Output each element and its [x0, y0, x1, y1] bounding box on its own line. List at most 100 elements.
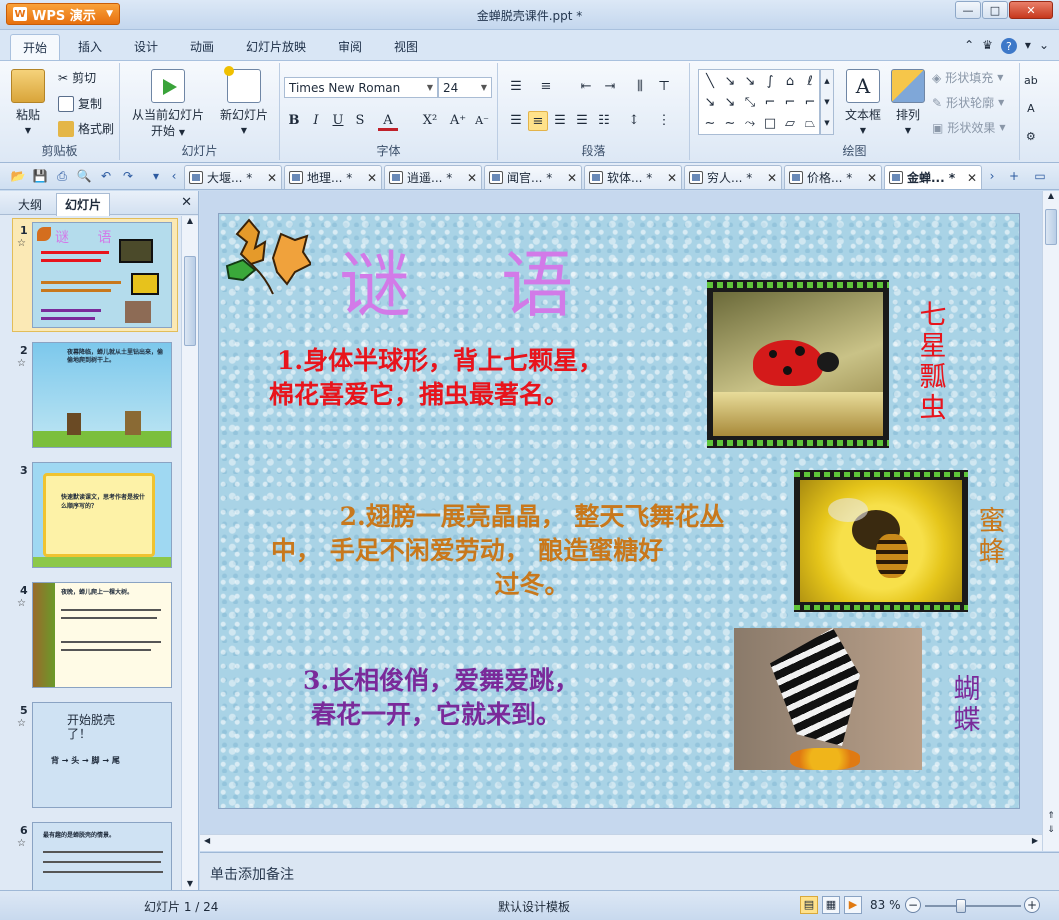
arrow-shape-icon[interactable]: ↘	[720, 71, 740, 92]
align-right-button[interactable]: ☰	[550, 111, 570, 131]
zoom-slider[interactable]	[925, 905, 1021, 907]
open-folder-icon[interactable]: 📂	[10, 169, 26, 184]
slide-title[interactable]: 谜语	[339, 226, 663, 331]
connector-shape-icon[interactable]: ↘	[720, 92, 740, 113]
elbow-shape-icon[interactable]: ⌐	[780, 92, 800, 113]
doc-tab[interactable]: 穷人... * ✕	[684, 165, 782, 189]
workspace-vertical-scrollbar[interactable]: ▲ ⇑ ⇓	[1042, 191, 1059, 851]
slide-sorter-view-button[interactable]: ▦	[822, 896, 840, 914]
tab-slideshow[interactable]: 幻灯片放映	[246, 38, 306, 55]
close-window-button[interactable]: ✕	[1009, 1, 1053, 19]
tab-home[interactable]: 开始	[10, 34, 61, 61]
tab-outline[interactable]: 大纲	[10, 194, 50, 215]
slide-thumb-2[interactable]: 夜幕降临，蝉儿就从土里钻出来，偷偷地爬到树干上。	[32, 342, 172, 448]
trapezoid-shape-icon[interactable]: ⏢	[800, 113, 820, 134]
curve-shape-icon[interactable]: ∫	[760, 71, 780, 92]
undo-icon[interactable]: ↶	[98, 169, 114, 184]
tab-list-icon[interactable]: ▭	[1032, 169, 1048, 184]
text-direction-button[interactable]: ⫼	[630, 77, 650, 97]
close-tab-icon[interactable]: ✕	[967, 171, 977, 185]
connector-shape-icon[interactable]: ↘	[700, 92, 720, 113]
close-tab-icon[interactable]: ✕	[867, 171, 877, 185]
slideshow-view-button[interactable]: ▶	[844, 896, 862, 914]
elbow-shape-icon[interactable]: ⌐	[760, 92, 780, 113]
shape-effect-button[interactable]: ▣ 形状效果 ▼	[932, 119, 1006, 136]
font-name-combo[interactable]: Times New Roman ▼	[284, 77, 438, 98]
align-left-button[interactable]: ☰	[506, 111, 526, 131]
options-icon[interactable]: ▾	[1025, 38, 1031, 54]
close-tab-icon[interactable]: ✕	[267, 171, 277, 185]
skin-icon[interactable]: ♛	[982, 38, 993, 54]
quick-access-menu-icon[interactable]: ▾	[148, 169, 164, 184]
underline-button[interactable]: U	[328, 111, 348, 131]
rectangle-shape-icon[interactable]: □	[760, 113, 780, 134]
scribble-shape-icon[interactable]: ℓ	[800, 71, 820, 92]
arrow-shape-icon[interactable]: ↘	[740, 71, 760, 92]
normal-view-button[interactable]: ▤	[800, 896, 818, 914]
minimize-button[interactable]: —	[955, 1, 981, 19]
numbering-button[interactable]: ≡	[536, 77, 556, 97]
new-tab-icon[interactable]: +	[1006, 169, 1022, 184]
ribbon-collapse-icon[interactable]: ⌃	[964, 38, 974, 54]
tab-review[interactable]: 审阅	[338, 38, 362, 55]
arrange-button[interactable]: 排列 ▼	[888, 69, 928, 139]
columns-button[interactable]: ⋮	[654, 111, 674, 131]
grow-font-button[interactable]: A⁺	[448, 111, 468, 131]
ladybug-photo[interactable]	[707, 280, 889, 448]
tab-insert[interactable]: 插入	[78, 38, 102, 55]
workspace-horizontal-scrollbar[interactable]: ◀ ▶	[200, 834, 1042, 851]
shapes-gallery[interactable]: ╲ ↘ ↘ ∫ ⌂ ℓ ↘ ↘ ⤡ ⌐ ⌐ ⌐ ∼ ∼ ⤳ □ ▱ ⏢	[698, 69, 820, 135]
doc-tab[interactable]: 价格... * ✕	[784, 165, 882, 189]
line-shape-icon[interactable]: ╲	[700, 71, 720, 92]
tabs-left-icon[interactable]: ‹	[166, 169, 182, 184]
redo-icon[interactable]: ↷	[120, 169, 136, 184]
slides-panel-scrollbar[interactable]: ▲ ▼	[181, 216, 198, 890]
align-text-button[interactable]: ⊤	[654, 77, 674, 97]
tab-design[interactable]: 设计	[134, 38, 158, 55]
doc-tab[interactable]: 闻官... * ✕	[484, 165, 582, 189]
doc-tab[interactable]: 大堰... * ✕	[184, 165, 282, 189]
italic-button[interactable]: I	[306, 111, 326, 131]
distribute-button[interactable]: ☷	[594, 111, 614, 131]
align-center-button[interactable]: ≡	[528, 111, 548, 131]
slide-thumb-6[interactable]: 最有趣的是蝉脱壳的情景。	[32, 822, 172, 890]
wordart-overflow[interactable]: ab A ⚙	[1024, 69, 1038, 149]
close-tab-icon[interactable]: ✕	[767, 171, 777, 185]
bullets-button[interactable]: ☰	[506, 77, 526, 97]
curved-connector-icon[interactable]: ∼	[700, 113, 720, 134]
slide-thumb-1[interactable]: 谜 语	[32, 222, 172, 328]
save-icon[interactable]: 💾	[32, 169, 48, 184]
curved-connector-icon[interactable]: ⤳	[740, 113, 760, 134]
close-tab-icon[interactable]: ✕	[367, 171, 377, 185]
tab-view[interactable]: 视图	[394, 38, 418, 55]
zoom-out-button[interactable]: −	[905, 897, 921, 913]
zoom-in-button[interactable]: +	[1024, 897, 1040, 913]
curved-connector-icon[interactable]: ∼	[720, 113, 740, 134]
shape-fill-button[interactable]: ◈ 形状填充 ▼	[932, 69, 1003, 86]
play-from-current-button[interactable]: 从当前幻灯片 开始 ▼	[128, 69, 208, 141]
increase-indent-button[interactable]: ⇥	[600, 77, 620, 97]
paste-button[interactable]: 粘贴 ▼	[8, 69, 48, 139]
riddle-2-text[interactable]: 2.翅膀一展亮晶晶， 整天飞舞花丛 中， 手足不闲爱劳动， 酿造蜜糖好 过冬。	[271, 500, 793, 602]
justify-button[interactable]: ☰	[572, 111, 592, 131]
close-icon[interactable]: ✕	[181, 195, 192, 210]
doc-tab[interactable]: 逍遥... * ✕	[384, 165, 482, 189]
decrease-indent-button[interactable]: ⇤	[576, 77, 596, 97]
shapes-gallery-scroll[interactable]: ▲ ▼ ▼	[820, 69, 834, 135]
print-preview-icon[interactable]: 🔍	[76, 169, 92, 184]
shadow-button[interactable]: S	[350, 111, 370, 131]
close-tab-icon[interactable]: ✕	[467, 171, 477, 185]
doc-tab[interactable]: 地理... * ✕	[284, 165, 382, 189]
answer-bee[interactable]: 蜜蜂	[975, 506, 1009, 568]
answer-ladybug[interactable]: 七星瓢虫	[916, 300, 950, 424]
elbow-shape-icon[interactable]: ⌐	[800, 92, 820, 113]
shape-outline-button[interactable]: ✎ 形状轮廓 ▼	[932, 94, 1004, 111]
ribbon-minimize-icon[interactable]: ⌄	[1039, 38, 1049, 54]
bee-photo[interactable]	[794, 470, 968, 612]
close-tab-icon[interactable]: ✕	[667, 171, 677, 185]
riddle-1-text[interactable]: 1.身体半球形，背上七颗星， 棉花喜爱它，捕虫最著名。	[269, 344, 603, 412]
cut-button[interactable]: ✂ 剪切	[58, 69, 96, 86]
riddle-3-text[interactable]: 3.长相俊俏，爱舞爱跳， 春花一开，它就来到。	[303, 664, 579, 732]
tabs-right-icon[interactable]: ›	[984, 169, 1000, 184]
font-size-combo[interactable]: 24 ▼	[438, 77, 492, 98]
